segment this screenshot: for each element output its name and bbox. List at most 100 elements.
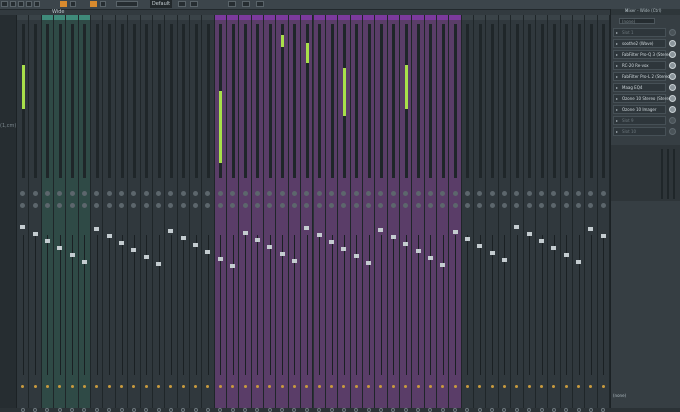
pan-knob[interactable] <box>180 191 186 196</box>
mixer-track[interactable] <box>572 15 586 412</box>
mixer-track[interactable] <box>239 15 252 412</box>
mixer-track[interactable] <box>375 15 388 412</box>
volume-knob[interactable] <box>205 203 211 208</box>
track-header[interactable] <box>165 15 177 20</box>
route-button[interactable] <box>119 408 124 412</box>
mixer-track[interactable] <box>202 15 215 412</box>
volume-knob[interactable] <box>563 203 569 208</box>
track-led[interactable] <box>428 385 432 388</box>
pan-knob[interactable] <box>588 191 594 196</box>
track-header[interactable] <box>511 15 523 20</box>
track-header[interactable] <box>66 15 78 20</box>
track-header[interactable] <box>29 15 41 20</box>
preset-selector[interactable]: Default <box>150 0 172 8</box>
track-led[interactable] <box>82 385 86 388</box>
route-button[interactable] <box>20 408 25 412</box>
mixer-track[interactable] <box>115 15 129 412</box>
volume-fader[interactable] <box>316 233 322 237</box>
track-header[interactable] <box>449 15 461 20</box>
route-button[interactable] <box>94 408 99 412</box>
volume-fader[interactable] <box>94 227 100 231</box>
volume-fader[interactable] <box>267 245 273 249</box>
mixer-track[interactable] <box>66 15 79 412</box>
mixer-track[interactable] <box>498 15 512 412</box>
wave-icon[interactable] <box>100 1 106 7</box>
route-button[interactable] <box>378 408 383 412</box>
expand-arrow-icon[interactable]: ▸ <box>616 41 618 46</box>
mixer-track[interactable] <box>189 15 203 412</box>
pan-knob[interactable] <box>156 191 162 196</box>
track-header[interactable] <box>189 15 202 20</box>
track-header[interactable] <box>412 15 424 20</box>
mixer-track[interactable] <box>585 15 598 412</box>
volume-knob[interactable] <box>193 203 199 208</box>
track-header[interactable] <box>78 15 91 20</box>
pan-knob[interactable] <box>477 191 483 196</box>
expand-arrow-icon[interactable]: ▸ <box>616 30 618 35</box>
volume-fader[interactable] <box>489 251 495 255</box>
volume-fader[interactable] <box>119 241 124 245</box>
track-led[interactable] <box>255 385 259 388</box>
volume-fader[interactable] <box>291 259 297 263</box>
cursor-icon[interactable] <box>116 1 138 7</box>
volume-fader[interactable] <box>193 243 199 247</box>
pan-knob[interactable] <box>106 191 112 196</box>
track-header[interactable] <box>597 15 609 20</box>
track-led[interactable] <box>577 385 581 388</box>
effect-slot-box[interactable]: ▸ FabFilter Pro-L 2 (Stereo) <box>613 72 671 81</box>
volume-knob[interactable] <box>119 203 124 208</box>
volume-fader[interactable] <box>427 256 433 260</box>
route-button[interactable] <box>218 408 223 412</box>
mixer-track[interactable] <box>301 15 314 412</box>
mixer-track[interactable] <box>399 15 413 412</box>
mix-knob[interactable] <box>669 84 676 91</box>
pan-knob[interactable] <box>489 191 495 196</box>
track-header[interactable] <box>560 15 572 20</box>
mute-icon[interactable] <box>242 1 250 7</box>
mixer-track[interactable] <box>437 15 450 412</box>
track-header[interactable] <box>424 15 437 20</box>
mix-knob[interactable] <box>669 40 676 47</box>
route-button[interactable] <box>57 408 62 412</box>
mixer-track[interactable] <box>325 15 339 412</box>
route-button[interactable] <box>527 408 532 412</box>
volume-fader[interactable] <box>217 257 223 261</box>
track-header[interactable] <box>202 15 214 20</box>
volume-knob[interactable] <box>514 203 520 208</box>
mixer-track[interactable] <box>251 15 265 412</box>
volume-knob[interactable] <box>106 203 112 208</box>
volume-knob[interactable] <box>526 203 532 208</box>
pan-knob[interactable] <box>366 191 372 196</box>
mixer-track[interactable] <box>152 15 166 412</box>
volume-knob[interactable] <box>44 203 50 208</box>
mixer-track[interactable] <box>177 15 190 412</box>
volume-fader[interactable] <box>403 242 409 246</box>
track-header[interactable] <box>362 15 375 20</box>
route-button[interactable] <box>107 408 112 412</box>
track-led[interactable] <box>317 385 321 388</box>
effect-slot[interactable]: ▸ Slot 1 <box>613 28 676 37</box>
track-led[interactable] <box>416 385 420 388</box>
volume-fader[interactable] <box>230 264 236 268</box>
volume-knob[interactable] <box>180 203 186 208</box>
close-icon[interactable]: × <box>625 8 679 13</box>
pan-knob[interactable] <box>193 191 199 196</box>
mix-knob[interactable] <box>669 117 676 124</box>
mixer-track[interactable] <box>128 15 141 412</box>
track-led[interactable] <box>169 385 173 388</box>
effect-slot-box[interactable]: ▸ FabFilter Pro-Q 3 (Stereo) <box>613 50 673 59</box>
pan-knob[interactable] <box>452 191 458 196</box>
route-button[interactable] <box>156 408 161 412</box>
volume-fader[interactable] <box>353 254 359 258</box>
expand-arrow-icon[interactable]: ▸ <box>616 74 618 79</box>
pen-icon[interactable] <box>178 1 186 7</box>
volume-knob[interactable] <box>600 203 606 208</box>
mixer-track[interactable] <box>17 15 30 412</box>
track-led[interactable] <box>478 385 482 388</box>
track-led[interactable] <box>391 385 395 388</box>
track-header[interactable] <box>572 15 585 20</box>
mixer-track[interactable] <box>474 15 487 412</box>
volume-fader[interactable] <box>526 232 532 236</box>
mixer-track[interactable] <box>288 15 302 412</box>
mixer-track[interactable] <box>276 15 289 412</box>
